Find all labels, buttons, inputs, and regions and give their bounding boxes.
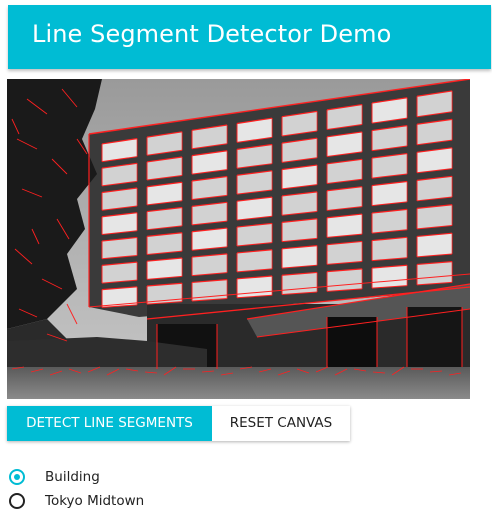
- app-bar: Line Segment Detector Demo: [8, 5, 491, 69]
- image-canvas[interactable]: [7, 79, 470, 399]
- action-buttons: DETECT LINE SEGMENTS RESET CANVAS: [7, 406, 350, 441]
- radio-option-tokyo-midtown[interactable]: Tokyo Midtown: [9, 489, 144, 513]
- detect-line-segments-button[interactable]: DETECT LINE SEGMENTS: [7, 406, 212, 441]
- radio-button-checked-icon[interactable]: [9, 469, 25, 485]
- radio-label-building: Building: [45, 469, 100, 485]
- app-title: Line Segment Detector Demo: [32, 20, 392, 48]
- image-source-radio-group: Building Tokyo Midtown: [9, 465, 144, 513]
- radio-option-building[interactable]: Building: [9, 465, 144, 489]
- reset-canvas-button[interactable]: RESET CANVAS: [212, 406, 350, 441]
- radio-button-unchecked-icon[interactable]: [9, 493, 25, 509]
- radio-label-tokyo-midtown: Tokyo Midtown: [45, 493, 145, 509]
- building-photo: [7, 79, 470, 399]
